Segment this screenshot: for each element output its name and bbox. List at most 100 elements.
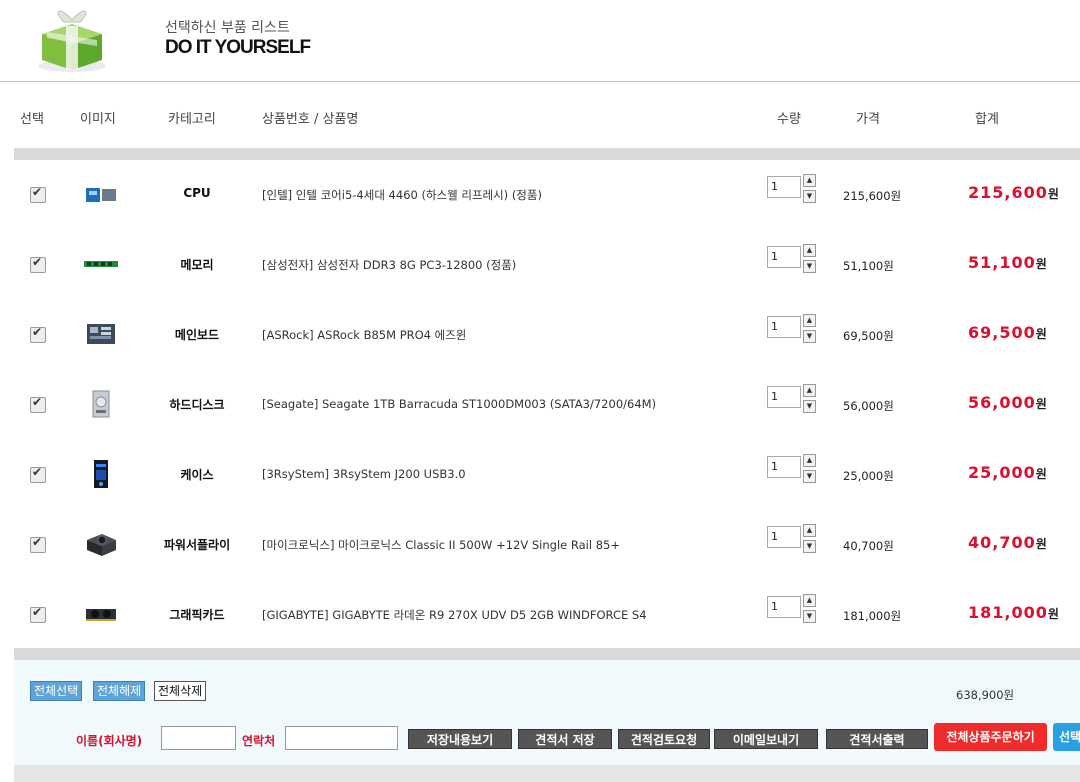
contact-input[interactable] xyxy=(285,726,398,750)
row-checkbox[interactable] xyxy=(30,185,46,203)
row-product-name[interactable]: [인텔] 인텔 코어i5-4세대 4460 (하스웰 리프레시) (정품) xyxy=(262,187,542,203)
qty-input[interactable]: 1 xyxy=(767,176,801,198)
row-total: 25,000원 xyxy=(968,463,1047,482)
row-total: 181,000원 xyxy=(968,603,1059,622)
row-category: 하드디스크 xyxy=(169,398,225,412)
header-title: DO IT YOURSELF xyxy=(165,37,311,58)
deselect-all-button[interactable]: 전체해제 xyxy=(93,681,146,701)
qty-input[interactable]: 1 xyxy=(767,596,801,618)
qty-up-icon[interactable]: ▲ xyxy=(803,454,816,467)
table-row: 하드디스크 [Seagate] Seagate 1TB Barracuda ST… xyxy=(0,370,1080,440)
qty-stepper[interactable]: ▲ ▼ xyxy=(803,524,816,553)
gpu-thumbnail-icon xyxy=(86,609,116,621)
order-all-button[interactable]: 전체상품주문하기 xyxy=(934,723,1047,751)
row-checkbox[interactable] xyxy=(30,325,46,343)
send-email-button[interactable]: 이메일보내기 xyxy=(714,729,818,749)
col-category: 카테고리 xyxy=(168,112,216,127)
row-product-name[interactable]: [마이크로닉스] 마이크로닉스 Classic II 500W +12V Sin… xyxy=(262,537,620,553)
row-category: 그래픽카드 xyxy=(169,608,225,622)
qty-down-icon[interactable]: ▼ xyxy=(803,190,816,203)
page-header: 선택하신 부품 리스트 DO IT YOURSELF xyxy=(0,0,1080,82)
print-quote-button[interactable]: 견적서출력 xyxy=(826,729,928,749)
col-price: 가격 xyxy=(856,112,880,127)
qty-stepper[interactable]: ▲ ▼ xyxy=(803,384,816,413)
row-total: 51,100원 xyxy=(968,253,1047,272)
table-row: 메인보드 [ASRock] ASRock B85M PRO4 에즈윈 1 ▲▼ … xyxy=(0,300,1080,370)
row-total: 69,500원 xyxy=(968,323,1047,342)
qty-down-icon[interactable]: ▼ xyxy=(803,610,816,623)
ram-stick-thumbnail-icon xyxy=(84,261,118,267)
qty-input[interactable]: 1 xyxy=(767,316,801,338)
qty-input[interactable]: 1 xyxy=(767,526,801,548)
row-price: 25,000원 xyxy=(843,469,894,483)
motherboard-thumbnail-icon xyxy=(87,324,115,344)
qty-down-icon[interactable]: ▼ xyxy=(803,330,816,343)
row-product-name[interactable]: [삼성전자] 삼성전자 DDR3 8G PC3-12800 (정품) xyxy=(262,257,516,273)
save-quote-button[interactable]: 견적서 저장 xyxy=(518,729,612,749)
row-category: 케이스 xyxy=(180,468,214,482)
qty-stepper[interactable]: ▲ ▼ xyxy=(803,244,816,273)
row-price: 181,000원 xyxy=(843,609,902,623)
row-price: 40,700원 xyxy=(843,539,894,553)
col-product: 상품번호 / 상품명 xyxy=(262,112,359,127)
row-checkbox[interactable] xyxy=(30,395,46,413)
header-subtitle: 선택하신 부품 리스트 xyxy=(165,20,290,36)
row-checkbox[interactable] xyxy=(30,255,46,273)
hdd-thumbnail-icon xyxy=(92,390,110,418)
row-price: 56,000원 xyxy=(843,399,894,413)
qty-stepper[interactable]: ▲ ▼ xyxy=(803,174,816,203)
qty-down-icon[interactable]: ▼ xyxy=(803,470,816,483)
qty-down-icon[interactable]: ▼ xyxy=(803,540,816,553)
table-header: 선택 이미지 카테고리 상품번호 / 상품명 수량 가격 합계 xyxy=(0,82,1080,148)
grand-total: 638,900원 xyxy=(956,688,1015,702)
row-checkbox[interactable] xyxy=(30,535,46,553)
name-label: 이름(회사명) xyxy=(76,734,143,748)
qty-down-icon[interactable]: ▼ xyxy=(803,400,816,413)
row-product-name[interactable]: [3RsyStem] 3RsyStem J200 USB3.0 xyxy=(262,467,466,481)
row-category: CPU xyxy=(183,186,211,200)
qty-down-icon[interactable]: ▼ xyxy=(803,260,816,273)
qty-input[interactable]: 1 xyxy=(767,246,801,268)
col-image: 이미지 xyxy=(80,112,116,127)
row-category: 메인보드 xyxy=(174,328,220,342)
bottom-strip xyxy=(14,765,1080,782)
table-row: 그래픽카드 [GIGABYTE] GIGABYTE 라데온 R9 270X UD… xyxy=(0,580,1080,650)
row-total: 40,700원 xyxy=(968,533,1047,552)
view-saved-button[interactable]: 저장내용보기 xyxy=(408,729,512,749)
row-category: 파워서플라이 xyxy=(163,538,231,552)
col-total: 합계 xyxy=(975,112,999,127)
col-qty: 수량 xyxy=(777,112,801,127)
row-checkbox[interactable] xyxy=(30,465,46,483)
table-top-band xyxy=(14,148,1080,160)
case-thumbnail-icon xyxy=(94,460,108,488)
qty-up-icon[interactable]: ▲ xyxy=(803,384,816,397)
qty-up-icon[interactable]: ▲ xyxy=(803,524,816,537)
name-input[interactable] xyxy=(161,726,236,750)
row-product-name[interactable]: [ASRock] ASRock B85M PRO4 에즈윈 xyxy=(262,327,466,343)
gift-box-logo-icon xyxy=(38,10,106,72)
qty-input[interactable]: 1 xyxy=(767,386,801,408)
psu-thumbnail-icon xyxy=(87,534,116,556)
row-product-name[interactable]: [Seagate] Seagate 1TB Barracuda ST1000DM… xyxy=(262,397,656,411)
delete-all-button[interactable]: 전체삭제 xyxy=(154,681,207,701)
qty-stepper[interactable]: ▲ ▼ xyxy=(803,314,816,343)
qty-input[interactable]: 1 xyxy=(767,456,801,478)
table-row: 파워서플라이 [마이크로닉스] 마이크로닉스 Classic II 500W +… xyxy=(0,510,1080,580)
row-checkbox[interactable] xyxy=(30,605,46,623)
qty-up-icon[interactable]: ▲ xyxy=(803,594,816,607)
qty-up-icon[interactable]: ▲ xyxy=(803,174,816,187)
order-selected-button[interactable]: 선택 xyxy=(1053,723,1080,751)
qty-stepper[interactable]: ▲ ▼ xyxy=(803,594,816,623)
request-review-button[interactable]: 견적검토요청 xyxy=(618,729,710,749)
qty-up-icon[interactable]: ▲ xyxy=(803,244,816,257)
qty-stepper[interactable]: ▲ ▼ xyxy=(803,454,816,483)
row-price: 51,100원 xyxy=(843,259,894,273)
row-total: 56,000원 xyxy=(968,393,1047,412)
contact-label: 연락처 xyxy=(242,734,276,748)
table-row: 케이스 [3RsyStem] 3RsyStem J200 USB3.0 1 ▲▼… xyxy=(0,440,1080,510)
select-all-button[interactable]: 전체선택 xyxy=(30,681,83,701)
row-product-name[interactable]: [GIGABYTE] GIGABYTE 라데온 R9 270X UDV D5 2… xyxy=(262,607,647,623)
qty-up-icon[interactable]: ▲ xyxy=(803,314,816,327)
table-bottom-band xyxy=(14,648,1080,660)
table-row: CPU [인텔] 인텔 코어i5-4세대 4460 (하스웰 리프레시) (정품… xyxy=(0,160,1080,230)
